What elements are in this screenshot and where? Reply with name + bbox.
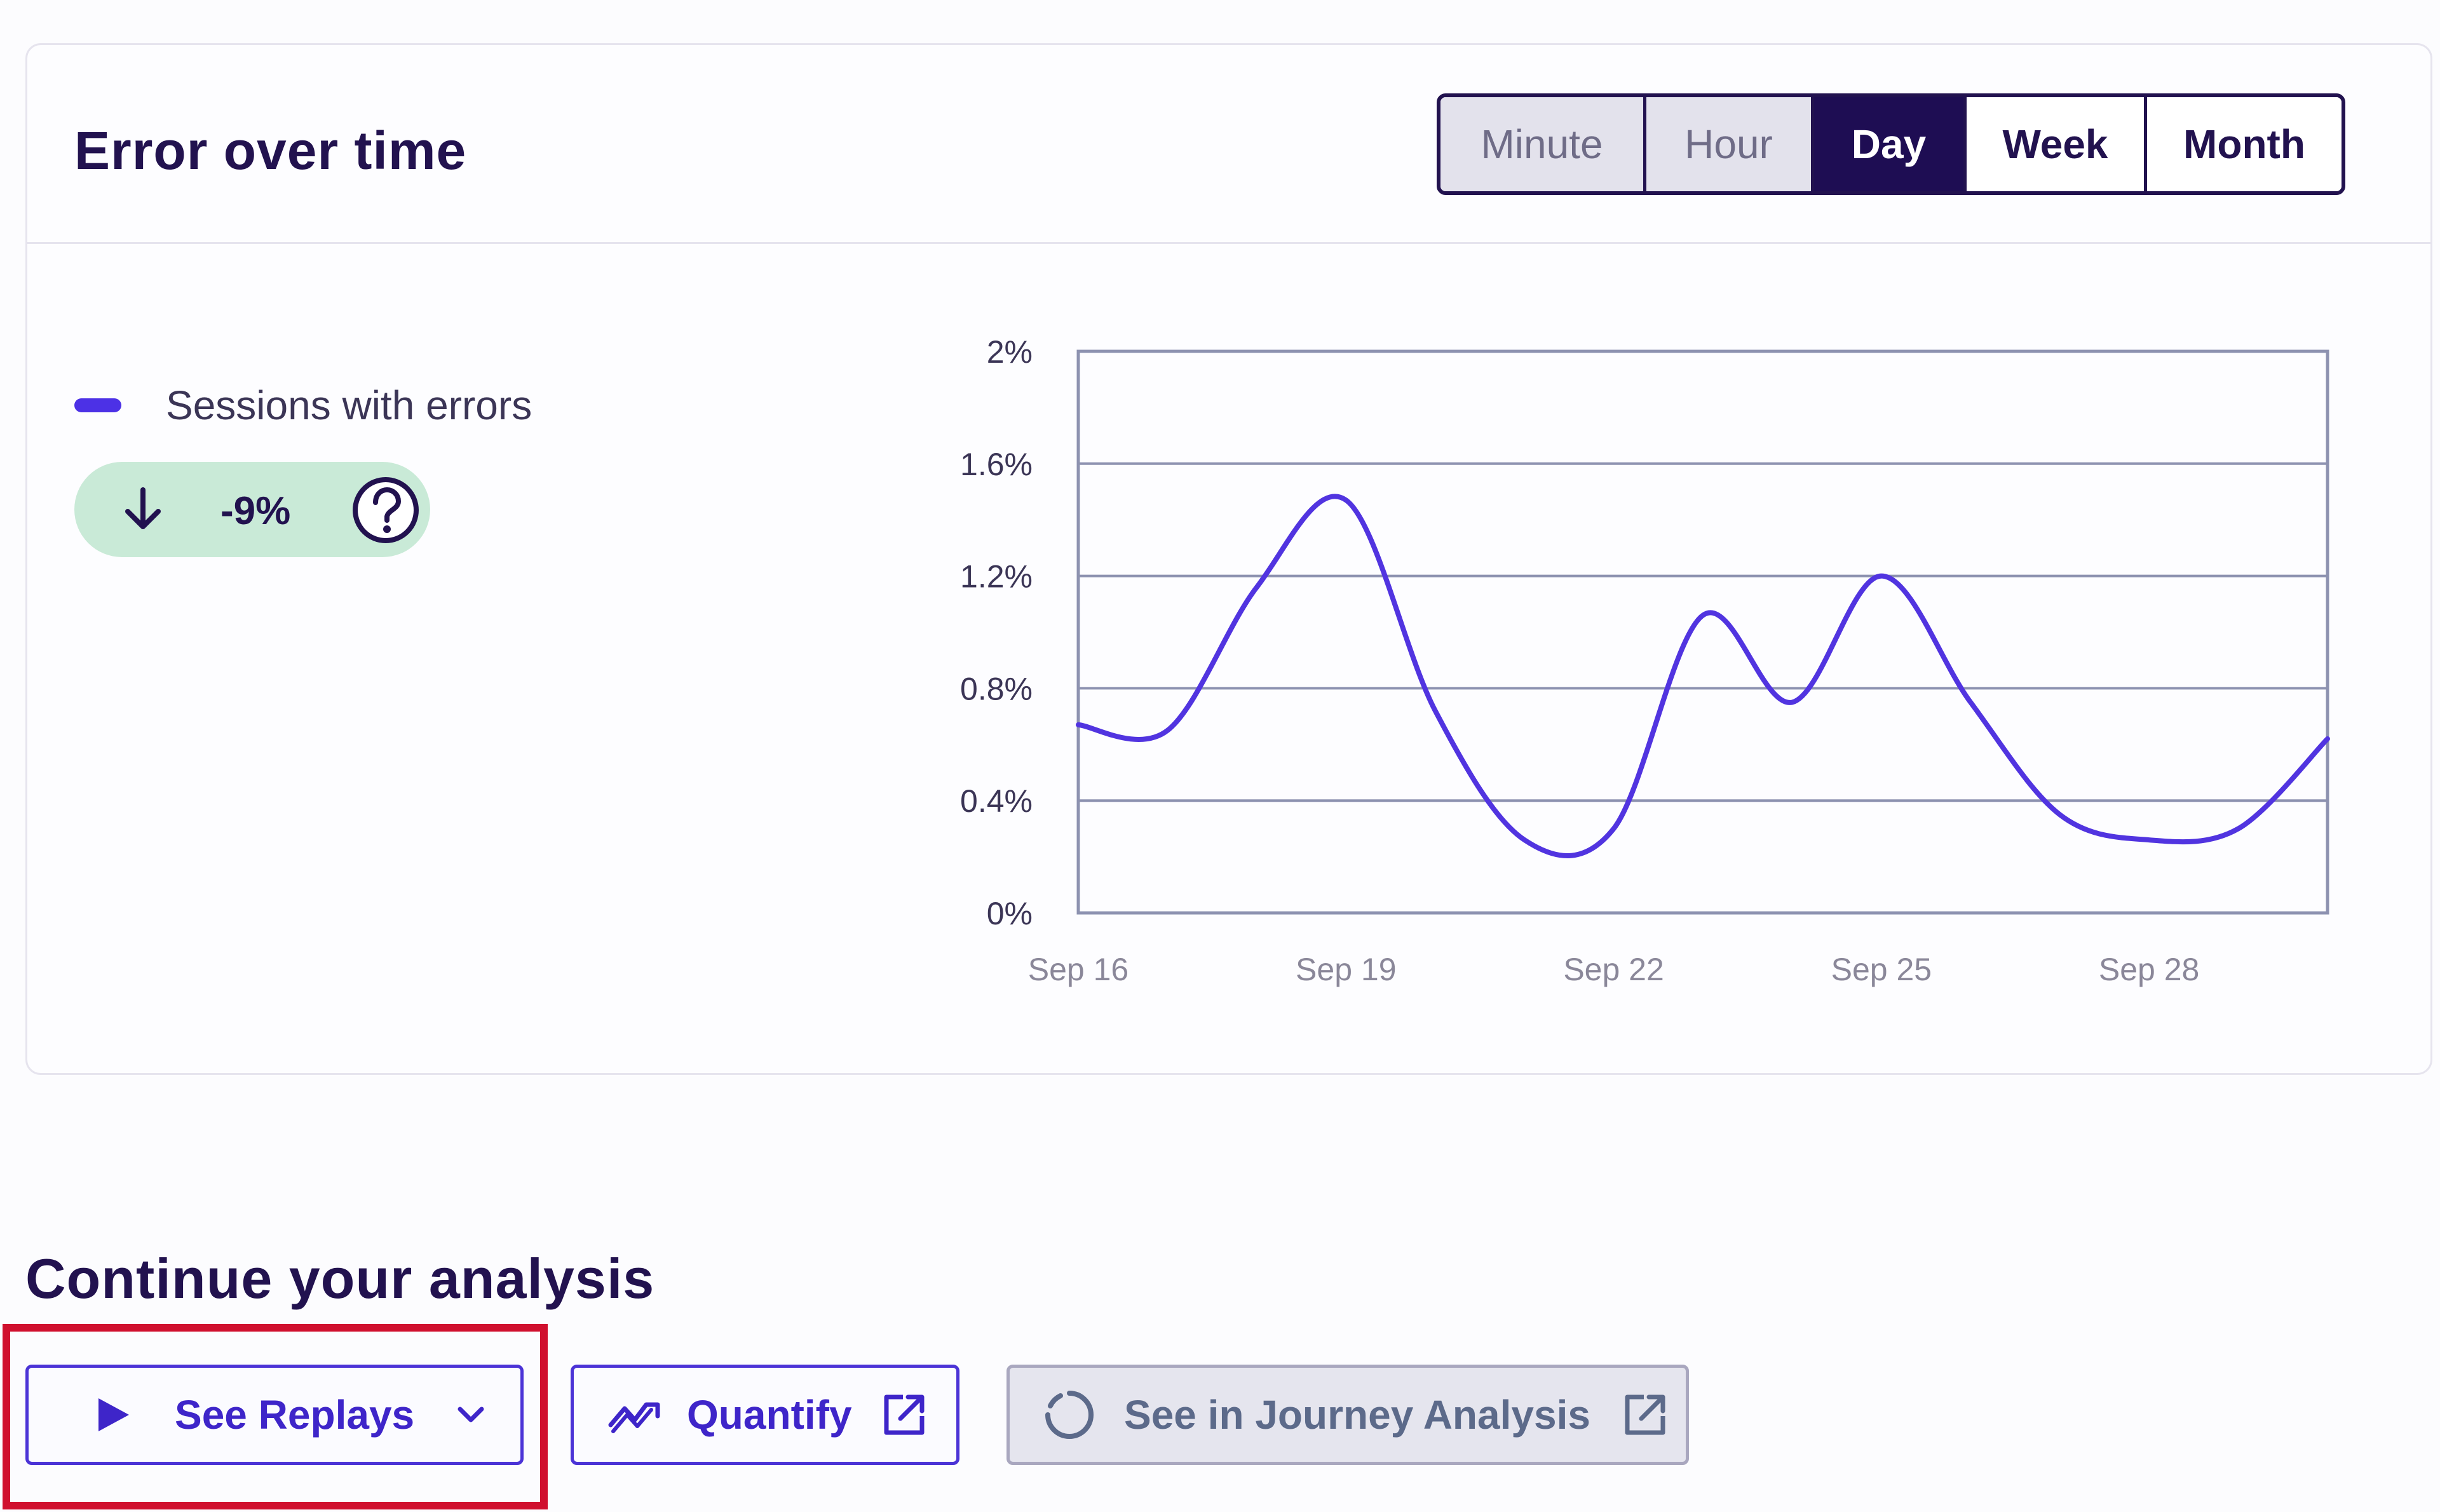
x-tick-label: Sep 22 [1563, 952, 1664, 987]
external-link-icon [884, 1394, 925, 1435]
x-tick-label: Sep 19 [1296, 952, 1396, 987]
quantify-button[interactable]: Quantify [571, 1365, 959, 1465]
x-tick-label: Sep 16 [1028, 952, 1128, 987]
journey-analysis-label: See in Journey Analysis [1124, 1392, 1590, 1438]
error-line-chart: 0% 0.4% 0.8% 1.2% 1.6% 2% Sep 16 Sep 19 Sep 22 Se… [960, 334, 2330, 987]
see-replays-button[interactable]: See Replays [25, 1365, 524, 1465]
loading-circle-icon [1045, 1391, 1094, 1439]
error-over-time-card: Error over time Minute Hour Day Week Mon… [25, 43, 2432, 1075]
play-icon [98, 1398, 129, 1431]
external-link-icon [1625, 1394, 1665, 1435]
y-tick-label: 2% [987, 334, 1033, 370]
y-tick-label: 1.2% [960, 559, 1033, 595]
y-tick-label: 0.4% [960, 783, 1033, 819]
y-tick-label: 0.8% [960, 671, 1033, 706]
x-tick-label: Sep 25 [1831, 952, 1932, 987]
see-replays-label: See Replays [175, 1392, 415, 1438]
trend-icon [608, 1402, 660, 1433]
journey-analysis-button[interactable]: See in Journey Analysis [1006, 1365, 1689, 1465]
x-tick-label: Sep 28 [2099, 952, 2199, 987]
y-tick-label: 0% [987, 896, 1033, 931]
section-title: Continue your analysis [25, 1247, 655, 1310]
chevron-down-icon[interactable] [455, 1399, 487, 1431]
quantify-label: Quantify [687, 1392, 852, 1438]
plot-frame [1076, 349, 2329, 915]
y-tick-label: 1.6% [960, 447, 1033, 482]
